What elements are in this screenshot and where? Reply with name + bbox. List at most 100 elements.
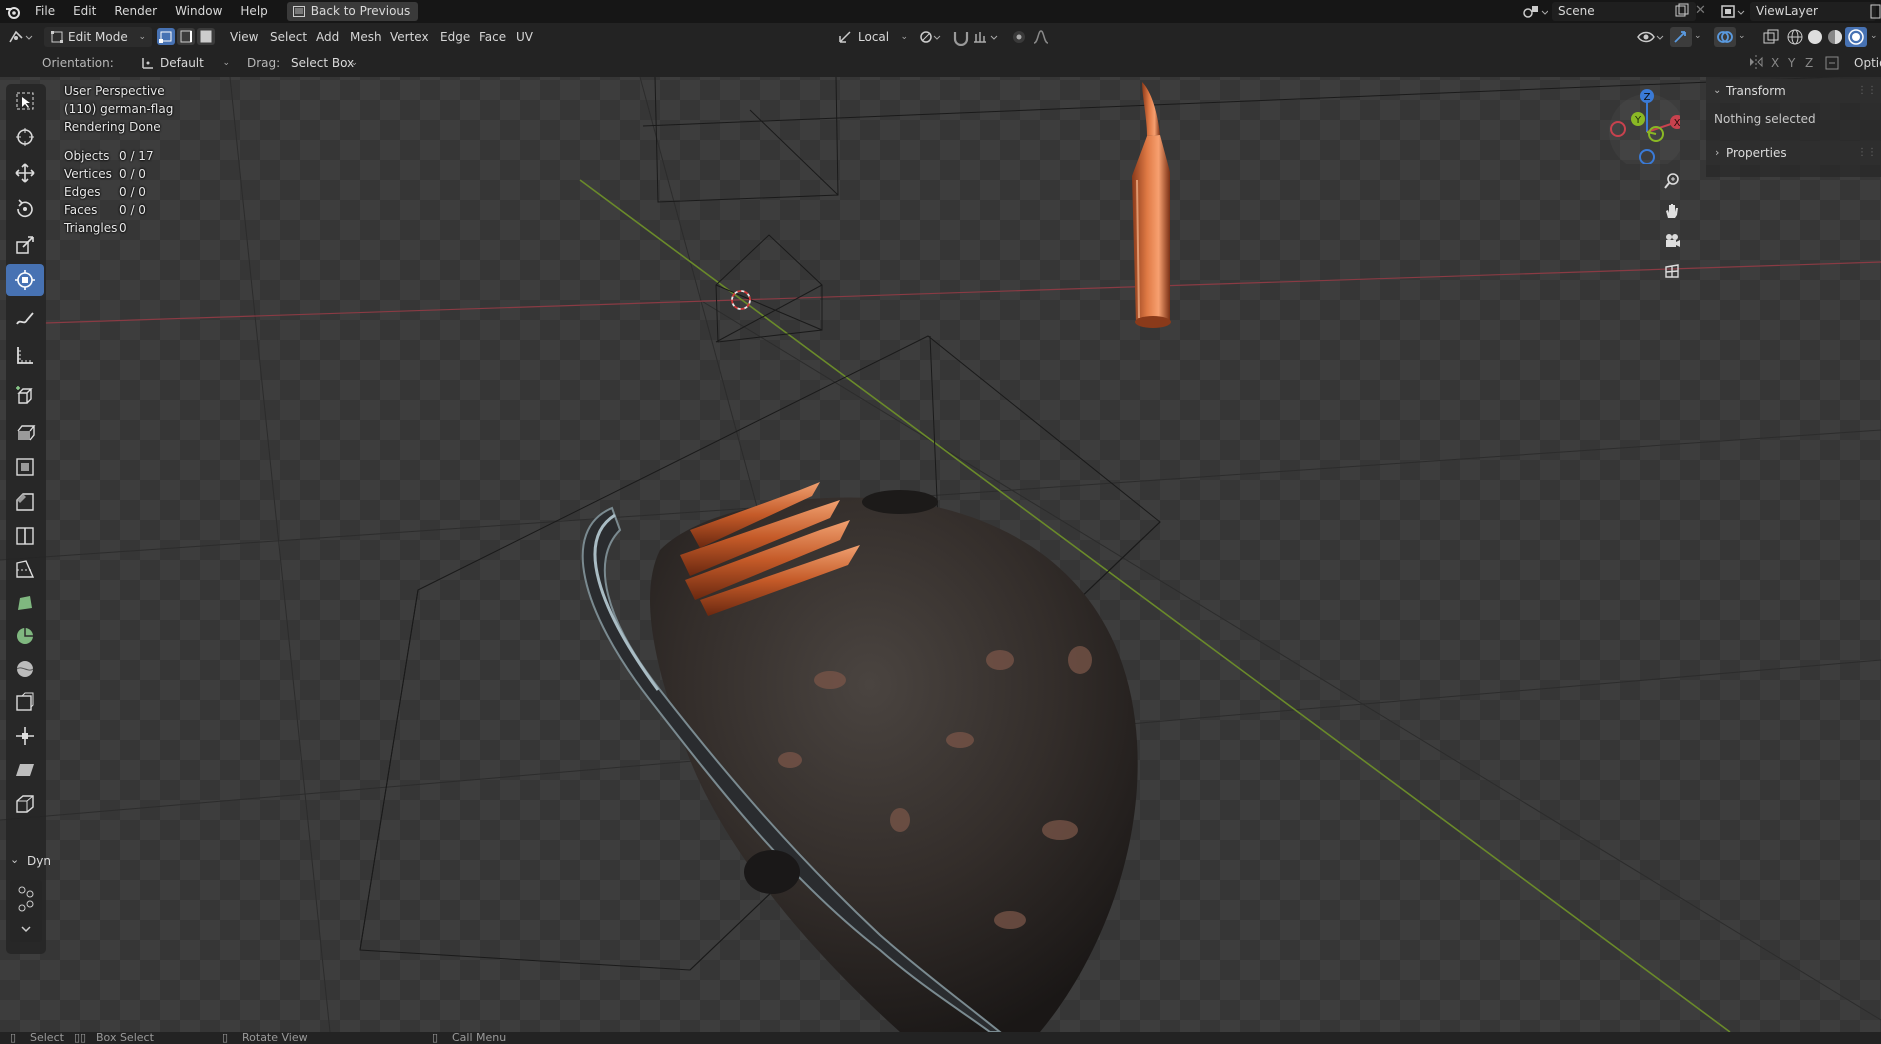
menu-view[interactable]: View: [230, 27, 258, 47]
mirror-y-toggle[interactable]: Y: [1788, 53, 1795, 73]
stat-faces-label: Faces: [64, 203, 98, 217]
shading-dropdown-icon[interactable]: ⌄: [1870, 31, 1878, 41]
navigation-gizmo[interactable]: Z X Y: [1600, 84, 1680, 164]
transform-icon: [15, 270, 35, 290]
view-layer-field[interactable]: ViewLayer: [1750, 2, 1876, 21]
menu-face[interactable]: Face: [479, 27, 506, 47]
auto-merge-icon[interactable]: [1824, 55, 1840, 74]
snap-icon[interactable]: [952, 28, 970, 49]
overlays-toggle-button[interactable]: [1714, 27, 1736, 47]
view-layer-new-icon[interactable]: [1870, 4, 1881, 22]
rendered-shading-button[interactable]: [1845, 27, 1867, 47]
add-cube-icon: [16, 386, 33, 404]
shear-icon: [16, 764, 34, 776]
inset-faces-tool[interactable]: [6, 451, 44, 483]
bevel-icon: [16, 493, 34, 511]
chevron-down-icon: ⌄: [138, 32, 146, 42]
overlays-dropdown-icon[interactable]: ⌄: [1738, 31, 1746, 41]
back-to-previous-button[interactable]: Back to Previous: [286, 2, 419, 21]
shear-tool[interactable]: [6, 754, 44, 786]
menu-edge[interactable]: Edge: [440, 27, 470, 47]
camera-view-button[interactable]: [1659, 228, 1685, 254]
rotate-tool[interactable]: [6, 193, 44, 225]
pan-view-button[interactable]: [1659, 198, 1685, 224]
dyn-tools-icons[interactable]: [10, 880, 42, 942]
menu-select[interactable]: Select: [270, 27, 307, 47]
knife-tool[interactable]: [6, 553, 44, 585]
dyn-label[interactable]: Dyn: [27, 854, 51, 868]
material-preview-icon[interactable]: [1826, 28, 1844, 49]
properties-panel-header[interactable]: › Properties ⋮⋮: [1706, 141, 1881, 165]
menu-uv[interactable]: UV: [516, 27, 533, 47]
extrude-region-tool[interactable]: [6, 416, 44, 448]
delete-scene-icon[interactable]: ✕: [1695, 3, 1706, 18]
scene-icon[interactable]: [1522, 3, 1549, 24]
wireframe-shading-icon[interactable]: [1786, 28, 1804, 49]
blender-logo-icon[interactable]: [0, 0, 26, 23]
menu-render[interactable]: Render: [105, 0, 166, 23]
snap-target-icon[interactable]: [972, 28, 1002, 49]
drag-value: Select Box: [291, 56, 355, 70]
edge-slide-tool[interactable]: [6, 686, 44, 718]
menu-edit[interactable]: Edit: [64, 0, 105, 23]
menu-mesh[interactable]: Mesh: [350, 27, 382, 47]
scale-tool[interactable]: [6, 229, 44, 261]
mirror-x-toggle[interactable]: X: [1771, 53, 1779, 73]
gizmo-toggle-button[interactable]: [1670, 27, 1692, 47]
cursor-tool[interactable]: [6, 121, 44, 153]
annotate-icon: [16, 312, 34, 325]
smooth-tool[interactable]: [6, 653, 44, 685]
bevel-tool[interactable]: [6, 486, 44, 518]
menu-add[interactable]: Add: [316, 27, 339, 47]
mirror-icon[interactable]: [1748, 54, 1764, 73]
annotate-tool[interactable]: [6, 303, 44, 335]
poly-build-tool[interactable]: [6, 587, 44, 619]
solid-shading-icon[interactable]: [1806, 28, 1824, 49]
editor-type-icon[interactable]: [8, 28, 36, 49]
spin-tool[interactable]: [6, 620, 44, 652]
tool-options-bar: Orientation: Default ⌄ Drag: Select Box …: [0, 50, 1881, 78]
drag-dropdown[interactable]: Select Box ⌄: [285, 53, 360, 73]
zoom-view-button[interactable]: [1659, 168, 1685, 194]
proportional-editing-icon[interactable]: [1010, 28, 1028, 49]
view-layer-icon[interactable]: [1720, 3, 1746, 24]
rip-region-tool[interactable]: [6, 788, 44, 820]
edge-select-button[interactable]: [177, 28, 195, 45]
transform-panel-header[interactable]: ⌄ Transform ⋮⋮: [1706, 79, 1881, 103]
selectability-visibility-icon[interactable]: [1636, 28, 1666, 49]
face-select-button[interactable]: [197, 28, 215, 45]
drag-handle-icon[interactable]: ⋮⋮: [1857, 141, 1877, 165]
menu-vertex[interactable]: Vertex: [390, 27, 429, 47]
transform-tool[interactable]: [6, 264, 44, 296]
add-cube-tool[interactable]: [6, 380, 44, 412]
mode-dropdown[interactable]: Edit Mode ⌄: [44, 27, 152, 47]
orientation-dropdown[interactable]: Default ⌄: [138, 53, 234, 73]
hand-icon: [1666, 204, 1678, 218]
menu-window[interactable]: Window: [166, 0, 231, 23]
menu-file[interactable]: File: [26, 0, 64, 23]
ortho-toggle-button[interactable]: [1659, 258, 1685, 284]
dyn-collapse-icon[interactable]: ⌄: [10, 853, 19, 866]
new-scene-icon[interactable]: [1674, 3, 1690, 22]
loop-cut-tool[interactable]: [6, 520, 44, 552]
xray-toggle-icon[interactable]: [1762, 28, 1780, 49]
move-tool[interactable]: [6, 157, 44, 189]
transform-pivot-icon[interactable]: [918, 28, 944, 49]
poly-build-icon: [18, 596, 32, 610]
options-menu[interactable]: Optio: [1854, 53, 1881, 73]
mirror-z-toggle[interactable]: Z: [1805, 53, 1813, 73]
3d-viewport[interactable]: [0, 77, 1881, 1032]
chevron-down-icon: ⌄: [900, 32, 908, 42]
dyn-panel: [10, 880, 42, 942]
menu-help[interactable]: Help: [231, 0, 276, 23]
vertex-select-button[interactable]: [157, 28, 175, 45]
gizmo-dropdown-icon[interactable]: ⌄: [1694, 31, 1702, 41]
scale-icon: [16, 236, 34, 254]
select-box-tool[interactable]: [6, 85, 44, 117]
measure-tool[interactable]: [6, 339, 44, 371]
stat-objects-label: Objects: [64, 149, 110, 163]
drag-handle-icon[interactable]: ⋮⋮: [1857, 79, 1877, 103]
transform-orientation-dropdown[interactable]: Local ⌄: [834, 27, 912, 47]
falloff-icon[interactable]: [1032, 28, 1058, 49]
shrink-fatten-tool[interactable]: [6, 720, 44, 752]
